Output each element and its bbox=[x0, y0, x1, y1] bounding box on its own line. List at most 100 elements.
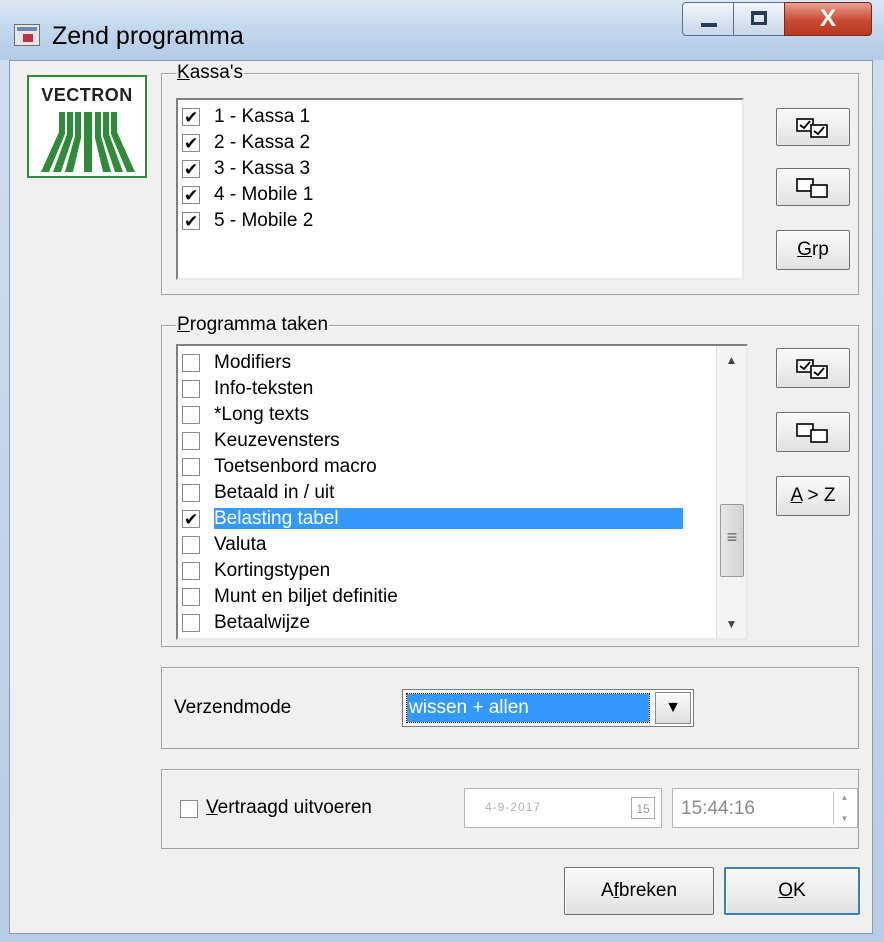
grp-button-label: Grp bbox=[797, 239, 829, 260]
kassa-list-item[interactable]: 5 - Mobile 2 bbox=[178, 208, 742, 235]
vertraagd-label: Vertraagd uitvoeren bbox=[206, 797, 372, 818]
time-spin-button[interactable]: ▲ ▼ bbox=[833, 791, 855, 825]
taak-item-checkbox[interactable] bbox=[182, 354, 200, 372]
title-bar[interactable]: Zend programma X bbox=[0, 0, 884, 60]
check-all-icon bbox=[796, 359, 828, 379]
scroll-down-icon[interactable]: ▼ bbox=[717, 610, 746, 638]
ok-button[interactable]: OK bbox=[724, 867, 860, 915]
kassa-list-item[interactable]: 3 - Kassa 3 bbox=[178, 156, 742, 183]
kassas-list[interactable]: 1 - Kassa 1 2 - Kassa 2 3 - Kassa 3 4 - Mob… bbox=[176, 98, 744, 280]
window-title: Zend programma bbox=[52, 22, 244, 50]
kassa-item-checkbox[interactable] bbox=[182, 209, 200, 235]
taken-list[interactable]: Modifiers Info-teksten *Long texts Keuzeven… bbox=[176, 344, 748, 640]
chevron-down-icon[interactable]: ▼ bbox=[655, 692, 691, 724]
sort-az-button[interactable]: A > Z bbox=[776, 476, 850, 516]
kassa-item-checkbox[interactable] bbox=[182, 131, 200, 157]
taak-item-label: Munt en biljet definitie bbox=[214, 586, 398, 607]
taak-item-label: Toetsenbord macro bbox=[214, 456, 377, 477]
delay-time-value: 15:44:16 bbox=[681, 798, 755, 819]
kassa-item-checkbox[interactable] bbox=[182, 183, 200, 209]
minimize-icon bbox=[701, 23, 717, 27]
verzendmode-label: Verzendmode bbox=[174, 697, 292, 718]
taak-list-item[interactable]: *Long texts bbox=[178, 402, 716, 428]
kassas-select-all-button[interactable] bbox=[776, 108, 850, 146]
taak-list-item[interactable]: Betaald in / uit bbox=[178, 480, 716, 506]
scroll-up-icon[interactable]: ▲ bbox=[717, 346, 746, 374]
kassa-item-checkbox[interactable] bbox=[182, 157, 200, 183]
uncheck-all-icon bbox=[796, 178, 828, 198]
taak-item-checkbox[interactable] bbox=[182, 588, 200, 606]
delay-time-field[interactable]: 15:44:16 ▲ ▼ bbox=[672, 788, 858, 828]
spin-down-icon[interactable]: ▼ bbox=[834, 814, 855, 823]
kassas-group-button[interactable]: Grp bbox=[776, 230, 850, 270]
maximize-icon bbox=[751, 11, 767, 25]
taak-item-label: *Long texts bbox=[214, 404, 310, 425]
sort-az-label: A > Z bbox=[790, 485, 836, 506]
spin-up-icon[interactable]: ▲ bbox=[834, 793, 855, 802]
check-all-icon bbox=[796, 118, 828, 138]
taak-list-item[interactable]: Info-teksten bbox=[178, 376, 716, 402]
taak-list-item[interactable]: Betaalwijze bbox=[178, 610, 716, 636]
taak-item-checkbox[interactable] bbox=[182, 507, 200, 533]
kassas-group-label-rest: assa's bbox=[189, 62, 243, 83]
kassa-item-label: 1 - Kassa 1 bbox=[214, 106, 311, 127]
taak-item-checkbox[interactable] bbox=[182, 484, 200, 502]
taak-list-item[interactable]: Belasting tabel bbox=[178, 506, 716, 533]
verzendmode-select[interactable]: wissen + allen ▼ bbox=[402, 689, 694, 727]
kassas-group: Kassa's 1 - Kassa 1 2 - Kassa 2 3 - Kassa … bbox=[161, 62, 859, 295]
kassa-item-checkbox[interactable] bbox=[182, 105, 200, 131]
logo-text: VECTRON bbox=[41, 85, 133, 105]
kassas-deselect-all-button[interactable] bbox=[776, 168, 850, 206]
vertraagd-group: Vertraagd uitvoeren 4-9-2017 15 15:44:16… bbox=[161, 769, 859, 849]
app-icon bbox=[14, 24, 40, 46]
kassa-item-label: 4 - Mobile 1 bbox=[214, 184, 314, 205]
taak-list-item[interactable]: Munt en biljet definitie bbox=[178, 584, 716, 610]
taak-list-item[interactable]: Valuta bbox=[178, 532, 716, 558]
vectron-logo: VECTRON bbox=[27, 75, 147, 178]
taken-deselect-all-button[interactable] bbox=[776, 412, 850, 452]
taak-item-label: Modifiers bbox=[214, 352, 292, 373]
uncheck-all-icon bbox=[796, 423, 828, 443]
close-button[interactable]: X bbox=[784, 2, 872, 36]
taken-select-all-button[interactable] bbox=[776, 348, 850, 388]
taak-item-label: Valuta bbox=[214, 534, 267, 555]
kassa-list-item[interactable]: 1 - Kassa 1 bbox=[178, 104, 742, 131]
dialog-client-area: VECTRON Kassa's 1 - Kassa 1 2 - Kassa 2 3 … bbox=[9, 60, 873, 934]
kassa-item-label: 2 - Kassa 2 bbox=[214, 132, 311, 153]
vertraagd-checkbox[interactable] bbox=[180, 800, 198, 818]
taak-list-item[interactable]: Modifiers bbox=[178, 350, 716, 376]
taken-scrollbar[interactable]: ▲ ▼ bbox=[716, 346, 746, 638]
taak-list-item[interactable]: Kortingstypen bbox=[178, 558, 716, 584]
taak-item-label: Betaald in / uit bbox=[214, 482, 335, 503]
kassa-item-label: 5 - Mobile 2 bbox=[214, 210, 314, 231]
delay-date-field[interactable]: 4-9-2017 15 bbox=[464, 788, 662, 828]
taak-item-checkbox[interactable] bbox=[182, 458, 200, 476]
taak-item-checkbox[interactable] bbox=[182, 380, 200, 398]
taak-list-item[interactable]: Toetsenbord macro bbox=[178, 454, 716, 480]
ok-button-label: OK bbox=[778, 880, 806, 901]
scroll-thumb[interactable] bbox=[720, 504, 744, 577]
taak-item-checkbox[interactable] bbox=[182, 562, 200, 580]
dialog-window: Zend programma X VECTRON Kassa's ✔ 1 - K… bbox=[0, 0, 884, 942]
close-icon: X bbox=[819, 5, 836, 32]
taak-item-label: Belasting tabel bbox=[214, 508, 683, 529]
delay-date-value: 4-9-2017 bbox=[485, 800, 542, 814]
maximize-button[interactable] bbox=[733, 2, 785, 36]
calendar-icon[interactable]: 15 bbox=[631, 797, 655, 819]
taak-item-label: Betaalwijze bbox=[214, 612, 311, 633]
taak-item-label: Info-teksten bbox=[214, 378, 314, 399]
taak-list-item[interactable]: Keuzevensters bbox=[178, 428, 716, 454]
programma-taken-group: Programma taken Modifiers Info-teksten *Lo… bbox=[161, 314, 859, 647]
kassa-list-item[interactable]: 2 - Kassa 2 bbox=[178, 130, 742, 157]
minimize-button[interactable] bbox=[682, 2, 734, 36]
taak-item-checkbox[interactable] bbox=[182, 432, 200, 450]
kassa-list-item[interactable]: 4 - Mobile 1 bbox=[178, 182, 742, 209]
vectron-logo-icon bbox=[41, 112, 135, 172]
cancel-button[interactable]: Afbreken bbox=[564, 867, 714, 915]
taak-item-label: Keuzevensters bbox=[214, 430, 340, 451]
taak-item-checkbox[interactable] bbox=[182, 406, 200, 424]
verzendmode-value: wissen + allen bbox=[406, 693, 650, 723]
kassas-group-label: Kassa's bbox=[176, 62, 244, 84]
taak-item-checkbox[interactable] bbox=[182, 614, 200, 632]
taak-item-checkbox[interactable] bbox=[182, 536, 200, 554]
